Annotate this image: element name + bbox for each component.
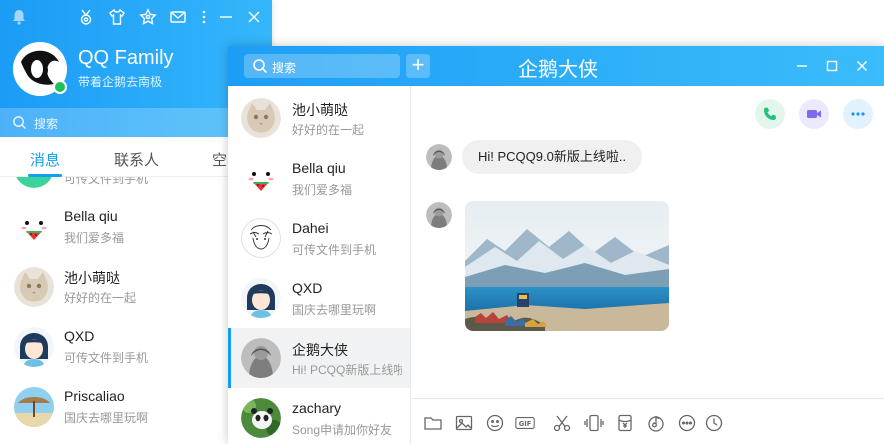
music-icon[interactable] <box>646 413 666 433</box>
chat-window: 搜索 + 企鹅大侠 池小萌哒 好好的在一起 Bella qiu 我们爱多福 Da… <box>228 46 884 444</box>
list-item-name: Bella qiu <box>64 208 118 224</box>
bell-icon[interactable] <box>10 8 28 26</box>
conversation-preview: 可传文件到手机 <box>292 243 377 257</box>
online-status-dot <box>53 80 67 94</box>
avatar <box>241 98 281 138</box>
image-icon[interactable] <box>454 413 474 433</box>
sender-avatar[interactable] <box>426 202 452 228</box>
avatar <box>14 387 54 427</box>
avatar <box>241 218 281 258</box>
desktop: QQ Family 带着企鹅去南极 搜索 消息 联系人 空 可传文件到手机 Be… <box>0 0 884 444</box>
list-item-preview: 我们爱多福 <box>64 231 125 245</box>
more-icon <box>851 112 865 116</box>
user-nickname[interactable]: QQ Family <box>78 47 174 70</box>
chat-header: 搜索 + 企鹅大侠 <box>228 46 884 86</box>
menu-dots-icon[interactable] <box>195 8 213 26</box>
chat-search-placeholder: 搜索 <box>272 61 297 75</box>
conversation-name: 企鹅大侠 <box>292 342 348 358</box>
list-item-name: QXD <box>64 328 95 344</box>
conversation-item[interactable]: Bella qiu 我们爱多福 <box>228 148 410 208</box>
chat-search-bar[interactable]: 搜索 <box>244 54 400 78</box>
more-circle-icon[interactable] <box>677 413 697 433</box>
avatar <box>14 267 54 307</box>
main-search-placeholder: 搜索 <box>34 117 59 131</box>
message-image[interactable] <box>465 201 669 331</box>
conversation-item[interactable]: 池小萌哒 好好的在一起 <box>228 88 410 148</box>
scissors-icon[interactable] <box>552 413 572 433</box>
more-options-button[interactable] <box>843 99 873 129</box>
conversation-name: Dahei <box>292 220 329 236</box>
folder-icon[interactable] <box>423 413 443 433</box>
conversation-item-active[interactable]: 企鹅大侠 Hi! PCQQ新版上线啦.. <box>228 328 410 388</box>
chat-panel: Hi! PCQQ9.0新版上线啦.. GIF <box>412 86 884 444</box>
red-packet-icon[interactable] <box>615 413 635 433</box>
add-button[interactable]: + <box>406 54 430 78</box>
main-top-toolbar <box>0 8 272 28</box>
conversation-item[interactable]: zachary Song申请加你好友 <box>228 388 410 444</box>
list-item-preview: 好好的在一起 <box>64 291 137 305</box>
input-toolbar: GIF <box>412 398 884 444</box>
conversation-name: zachary <box>292 400 342 416</box>
emoji-icon[interactable] <box>485 413 505 433</box>
video-camera-icon <box>807 110 821 118</box>
avatar <box>14 177 54 188</box>
list-item-name: 池小萌哒 <box>64 270 120 286</box>
video-call-button[interactable] <box>799 99 829 129</box>
avatar <box>241 278 281 318</box>
conversation-item[interactable]: QXD 国庆去哪里玩啊 <box>228 268 410 328</box>
phone-icon <box>764 107 776 120</box>
avatar <box>241 338 281 378</box>
skin-shirt-icon[interactable] <box>108 8 126 26</box>
conversation-preview: Song申请加你好友 <box>292 423 393 437</box>
sender-avatar[interactable] <box>426 144 452 170</box>
avatar <box>14 327 54 367</box>
conversation-preview: 好好的在一起 <box>292 123 365 137</box>
conversation-preview: 我们爱多福 <box>292 183 353 197</box>
search-icon <box>12 115 27 130</box>
avatar <box>241 398 281 438</box>
tab-space[interactable]: 空 <box>212 149 227 170</box>
active-indicator <box>228 328 231 388</box>
chat-title: 企鹅大侠 <box>518 59 598 81</box>
list-item-name: Priscaliao <box>64 388 125 404</box>
conversation-preview: 国庆去哪里玩啊 <box>292 303 377 317</box>
tab-messages[interactable]: 消息 <box>30 149 60 170</box>
list-item-preview: 可传文件到手机 <box>64 351 149 365</box>
avatar <box>241 158 281 198</box>
maximize-icon[interactable] <box>824 58 840 74</box>
tab-contacts[interactable]: 联系人 <box>114 149 159 170</box>
conversation-list: 池小萌哒 好好的在一起 Bella qiu 我们爱多福 Dahei 可传文件到手… <box>228 86 411 444</box>
voice-call-button[interactable] <box>755 99 785 129</box>
conversation-name: 池小萌哒 <box>292 102 348 118</box>
conversation-name: Bella qiu <box>292 160 346 176</box>
list-item-preview: 国庆去哪里玩啊 <box>64 411 149 425</box>
avatar <box>14 207 54 247</box>
mail-icon[interactable] <box>169 8 187 26</box>
history-icon[interactable] <box>704 413 724 433</box>
conversation-preview: Hi! PCQQ新版上线啦.. <box>292 363 402 377</box>
user-signature[interactable]: 带着企鹅去南极 <box>78 73 162 90</box>
close-icon[interactable] <box>245 8 263 26</box>
gif-icon[interactable]: GIF <box>515 413 539 433</box>
medal-icon[interactable] <box>77 8 95 26</box>
minimize-icon[interactable] <box>794 58 810 74</box>
shake-icon[interactable] <box>584 413 604 433</box>
search-icon <box>252 58 268 74</box>
close-icon[interactable] <box>854 58 870 74</box>
star-icon[interactable] <box>139 8 157 26</box>
message-bubble[interactable]: Hi! PCQQ9.0新版上线啦.. <box>462 140 643 174</box>
list-item-preview: 可传文件到手机 <box>64 177 149 186</box>
gif-icon-label: GIF <box>519 420 532 428</box>
conversation-name: QXD <box>292 280 323 296</box>
conversation-item[interactable]: Dahei 可传文件到手机 <box>228 208 410 268</box>
minimize-icon[interactable] <box>217 8 235 26</box>
